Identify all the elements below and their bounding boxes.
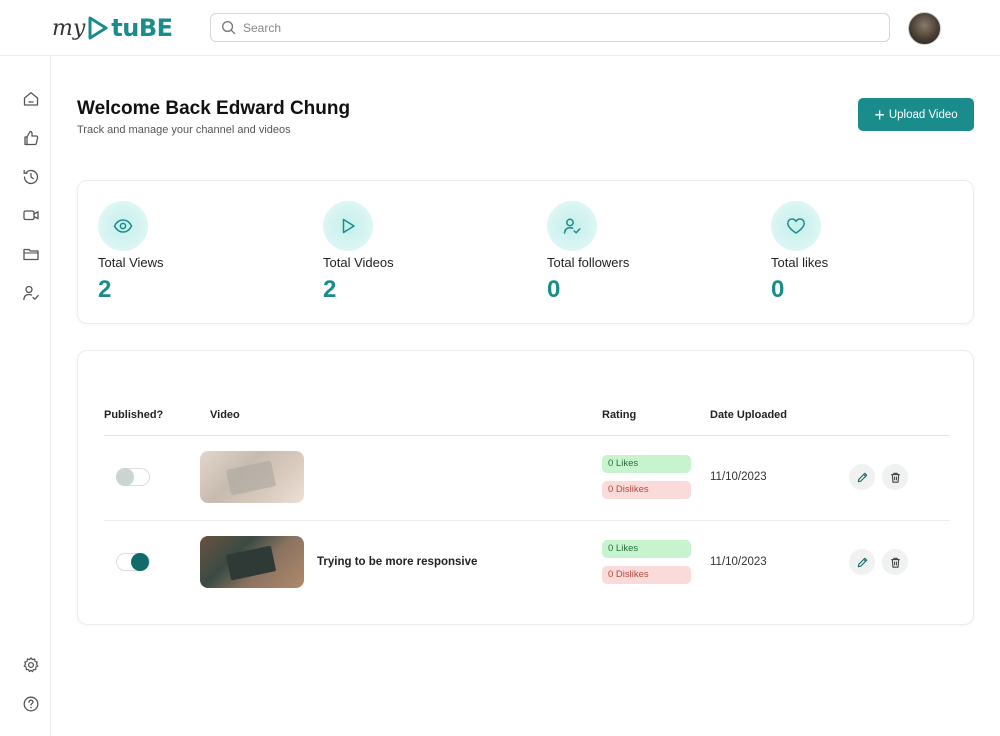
stat-total-likes: Total likes 0 [771,201,971,304]
folder-icon [23,248,39,261]
stat-value: 0 [547,276,561,303]
delete-button[interactable] [882,549,908,575]
column-header-rating[interactable]: Rating [602,409,636,421]
upload-date: 11/10/2023 [710,556,767,568]
upload-video-button[interactable]: + Upload Video [858,98,974,131]
stat-icon-bg [98,201,148,251]
toggle-knob [131,553,149,571]
edit-button[interactable] [849,464,875,490]
likes-badge: 0 Likes [602,455,691,473]
edit-button[interactable] [849,549,875,575]
stat-value: 2 [98,276,112,303]
app-logo[interactable]: my tuBE [52,10,173,46]
top-bar: my tuBE [0,0,1000,56]
stat-label: Total likes [771,255,829,270]
stat-icon-bg [547,201,597,251]
sidebar-item-history[interactable] [22,168,40,186]
row-divider [104,520,950,521]
sidebar-item-home[interactable] [22,90,40,108]
home-icon [23,92,39,106]
search-bar[interactable] [210,13,890,42]
thumbnail-image [225,460,277,496]
stat-total-videos: Total Videos 2 [323,201,523,304]
play-icon [342,218,355,234]
search-icon [222,21,236,35]
sidebar-item-help[interactable] [22,695,40,713]
user-avatar[interactable] [908,12,941,45]
upload-date: 11/10/2023 [710,471,767,483]
sidebar-item-collections[interactable] [22,245,40,263]
stat-label: Total followers [547,255,630,270]
sidebar-item-subscribers[interactable] [22,284,40,302]
stat-total-views: Total Views 2 [98,201,298,304]
stat-icon-bg [771,201,821,251]
plus-icon: + [874,104,885,125]
trash-icon [890,557,900,568]
thumbnail-image [225,545,277,581]
video-camera-icon [23,210,39,221]
gear-icon [23,657,39,673]
column-header-video[interactable]: Video [210,409,240,421]
videos-table: Published? Video Rating Date Uploaded 0 … [77,350,974,625]
logo-my-text: my [52,15,86,41]
help-icon [23,696,39,712]
publish-toggle[interactable] [116,468,150,486]
delete-button[interactable] [882,464,908,490]
main-content: Welcome Back Edward Chung Track and mana… [51,56,1000,736]
sidebar-item-settings[interactable] [22,656,40,674]
likes-badge: 0 Likes [602,540,691,558]
video-thumbnail[interactable] [200,536,304,588]
trash-icon [890,472,900,483]
stats-card: Total Views 2 Total Videos 2 Total follo… [77,180,974,324]
video-title[interactable]: Trying to be more responsive [317,556,477,568]
pencil-icon [857,472,867,482]
stat-total-followers: Total followers 0 [547,201,747,304]
thumbs-up-icon [24,130,39,146]
search-input[interactable] [243,20,889,35]
upload-video-label: Upload Video [888,108,958,121]
header-divider [104,435,950,436]
stat-label: Total Videos [323,255,394,270]
dislikes-badge: 0 Dislikes [602,566,691,584]
user-check-icon [563,218,581,234]
logo-play-icon [88,16,108,40]
sidebar-item-liked[interactable] [22,129,40,147]
pencil-icon [857,557,867,567]
publish-toggle[interactable] [116,553,150,571]
video-thumbnail[interactable] [200,451,304,503]
column-header-published[interactable]: Published? [104,409,163,421]
eye-icon [113,219,133,233]
sidebar-item-videos[interactable] [22,206,40,224]
toggle-knob [116,468,134,486]
page-subtitle: Track and manage your channel and videos [77,124,291,136]
heart-icon [787,218,805,234]
stat-label: Total Views [98,255,164,270]
history-icon [23,169,39,185]
column-header-date[interactable]: Date Uploaded [710,409,787,421]
page-title: Welcome Back Edward Chung [77,98,351,119]
stat-icon-bg [323,201,373,251]
sidebar [0,56,51,736]
dislikes-badge: 0 Dislikes [602,481,691,499]
stat-value: 0 [771,276,785,303]
logo-tube-text: tuBE [111,14,173,42]
user-check-icon [23,285,39,301]
stat-value: 2 [323,276,337,303]
